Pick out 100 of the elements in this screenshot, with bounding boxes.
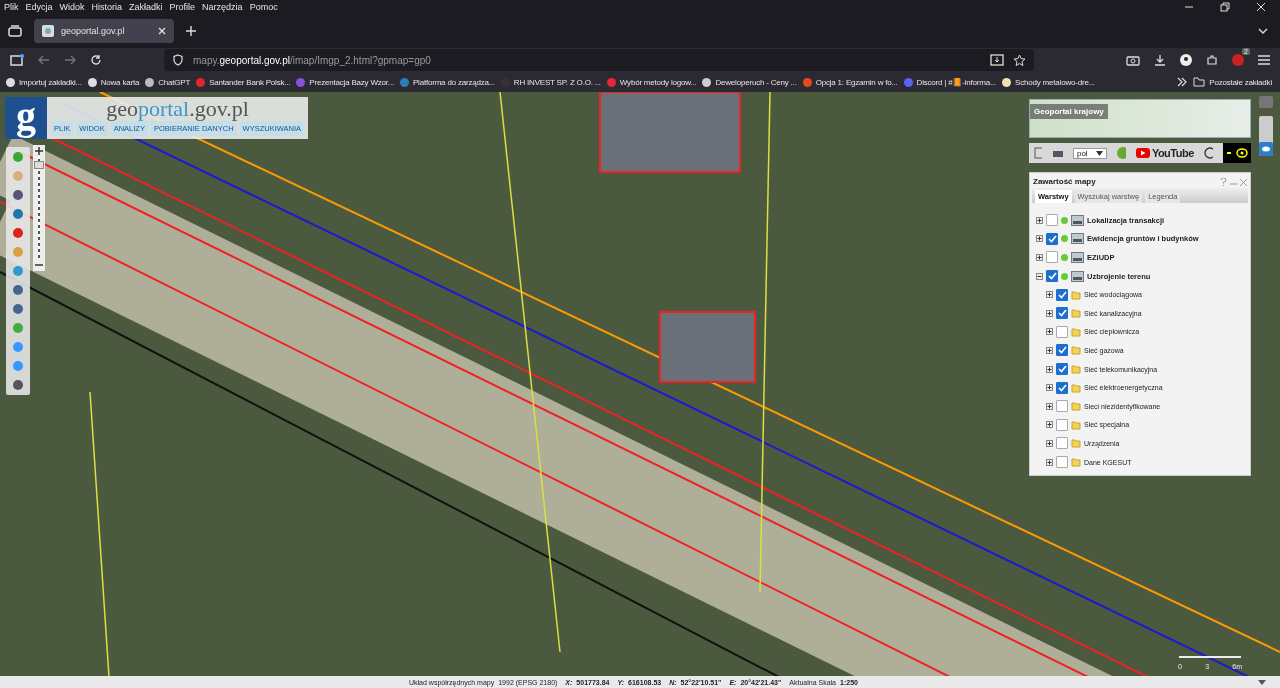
- menu-item[interactable]: Historia: [91, 2, 123, 12]
- expand-icon[interactable]: [1046, 291, 1053, 299]
- folder-icon: [1071, 364, 1081, 375]
- checkbox[interactable]: [1056, 344, 1068, 357]
- status-dot-icon: [1061, 216, 1068, 224]
- bookmark-link[interactable]: Wybór metody logow...: [606, 77, 697, 87]
- star-icon[interactable]: [1013, 53, 1026, 67]
- chevron-down-icon[interactable]: [1258, 28, 1268, 34]
- folder-icon: [1071, 308, 1081, 319]
- bookmark-link[interactable]: Importuj zakładki...: [6, 77, 82, 87]
- menu-item[interactable]: Zakładki: [129, 2, 163, 12]
- menu-item[interactable]: Widok: [59, 2, 85, 12]
- status-dot-icon: [1061, 272, 1068, 280]
- bookmark-folder[interactable]: Pozostałe zakładki: [1193, 77, 1272, 87]
- caret-icon: [1095, 150, 1103, 156]
- bookmark-link[interactable]: Santander Bank Polsk...: [196, 77, 291, 87]
- bookmark-link[interactable]: Prezentacja Bazy Wzor...: [296, 77, 394, 87]
- caret-icon[interactable]: [1258, 679, 1266, 685]
- folder-icon: [1071, 457, 1081, 467]
- map-service-icon: [1071, 233, 1084, 245]
- folder-icon: [1071, 438, 1081, 449]
- expand-icon[interactable]: [1046, 384, 1053, 392]
- new-tab-icon[interactable]: [186, 26, 196, 36]
- folder-icon: [1071, 326, 1081, 337]
- checkbox[interactable]: [1056, 437, 1068, 450]
- checkbox[interactable]: [1046, 232, 1058, 245]
- menu-item[interactable]: Narzędzia: [202, 2, 243, 12]
- restore-icon[interactable]: [1220, 2, 1230, 12]
- checkbox[interactable]: [1046, 270, 1058, 283]
- play-icon: [1135, 148, 1150, 158]
- expand-icon[interactable]: [1036, 235, 1043, 243]
- expand-icon[interactable]: [1046, 439, 1053, 447]
- map-service-icon: [1071, 214, 1084, 226]
- checkbox[interactable]: [1056, 363, 1068, 376]
- camera-icon[interactable]: [1126, 54, 1140, 66]
- reload-icon[interactable]: [90, 54, 102, 66]
- menu-item[interactable]: Pomoc: [249, 2, 278, 12]
- contrast-button[interactable]: [1223, 143, 1251, 163]
- overview-map-placeholder[interactable]: Geoportal krajowy: [1029, 99, 1251, 138]
- menu-item[interactable]: Profile: [169, 2, 196, 12]
- checkbox[interactable]: [1046, 214, 1058, 227]
- address-field[interactable]: mapy.geoportal.gov.pl/imap/Imgp_2.html?gpmap=gp0: [164, 49, 1034, 71]
- menu-item[interactable]: Edycja: [25, 2, 53, 12]
- expand-icon[interactable]: [1046, 328, 1053, 336]
- download-page-icon[interactable]: [990, 54, 1004, 66]
- opacity-slider-icon[interactable]: [1259, 116, 1273, 156]
- geoportal-logo[interactable]: g: [5, 97, 47, 139]
- bookmark-link[interactable]: RH INVEST SP. Z O.O. ...: [500, 77, 601, 87]
- map-service-icon: [1071, 270, 1084, 282]
- checkbox[interactable]: [1056, 325, 1068, 338]
- back-icon[interactable]: [38, 55, 50, 65]
- bookmark-link[interactable]: ChatGPT: [145, 77, 191, 87]
- expand-icon[interactable]: [1036, 216, 1043, 224]
- checkbox[interactable]: [1056, 288, 1068, 301]
- bookmark-link[interactable]: Opcja 1: Egzamin w fo...: [802, 77, 898, 87]
- more-bookmarks-icon[interactable]: [1177, 77, 1188, 87]
- checkbox[interactable]: [1056, 381, 1068, 394]
- slider-thumb[interactable]: [34, 160, 44, 169]
- menu-item[interactable]: Plik: [4, 2, 19, 12]
- expand-icon[interactable]: [1046, 346, 1053, 354]
- expand-icon[interactable]: [1046, 309, 1053, 317]
- expand-icon[interactable]: [1036, 272, 1043, 280]
- bookmark-link[interactable]: Discord | #📙-informa...: [903, 77, 997, 87]
- panel-title: Zawartość mapy: [1033, 177, 1096, 186]
- bookmark-link[interactable]: Platforma do zarządza...: [399, 77, 495, 87]
- language-select[interactable]: pol: [1072, 147, 1107, 159]
- folder-icon: [1071, 401, 1081, 412]
- sidebar-icon[interactable]: [10, 54, 24, 66]
- checkbox[interactable]: [1056, 456, 1068, 468]
- expand-icon[interactable]: [1046, 458, 1053, 466]
- expand-icon[interactable]: [1036, 254, 1043, 261]
- forward-icon[interactable]: [64, 55, 76, 65]
- folder-icon: [1071, 289, 1081, 300]
- puzzle-icon[interactable]: [1206, 54, 1218, 66]
- expand-icon[interactable]: [1046, 421, 1053, 429]
- shield-icon: [172, 54, 184, 66]
- browser-tab[interactable]: geoportal.gov.pl: [34, 19, 174, 43]
- checkbox[interactable]: [1056, 307, 1068, 320]
- bookmark-link[interactable]: Deweloperuch - Ceny ...: [702, 77, 797, 87]
- status-dot-icon: [1061, 254, 1068, 261]
- bookmark-link[interactable]: Nowa karta: [87, 77, 140, 87]
- tab-tray-icon[interactable]: [8, 25, 22, 37]
- folder-icon: [1193, 77, 1206, 87]
- expand-icon[interactable]: [1046, 365, 1053, 373]
- status-dot-icon: [1061, 235, 1068, 243]
- expand-icon[interactable]: [1046, 402, 1053, 410]
- youtube-link[interactable]: YouTube: [1135, 147, 1194, 159]
- overview-title: Geoportal krajowy: [1030, 104, 1108, 119]
- aerial-map-placeholder[interactable]: [0, 92, 1280, 676]
- eye-icon: [1226, 148, 1248, 158]
- menu-icon[interactable]: [1258, 55, 1270, 65]
- bookmark-link[interactable]: Schody metalowo-dre...: [1002, 77, 1095, 87]
- download-icon[interactable]: [1154, 54, 1166, 66]
- profile-icon[interactable]: [1180, 54, 1192, 66]
- checkbox[interactable]: [1056, 418, 1068, 431]
- checkbox[interactable]: [1046, 251, 1058, 264]
- folder-icon: [1071, 419, 1081, 430]
- extension-icon[interactable]: [1232, 54, 1244, 66]
- checkbox[interactable]: [1056, 400, 1068, 413]
- scale-line: [1178, 655, 1242, 659]
